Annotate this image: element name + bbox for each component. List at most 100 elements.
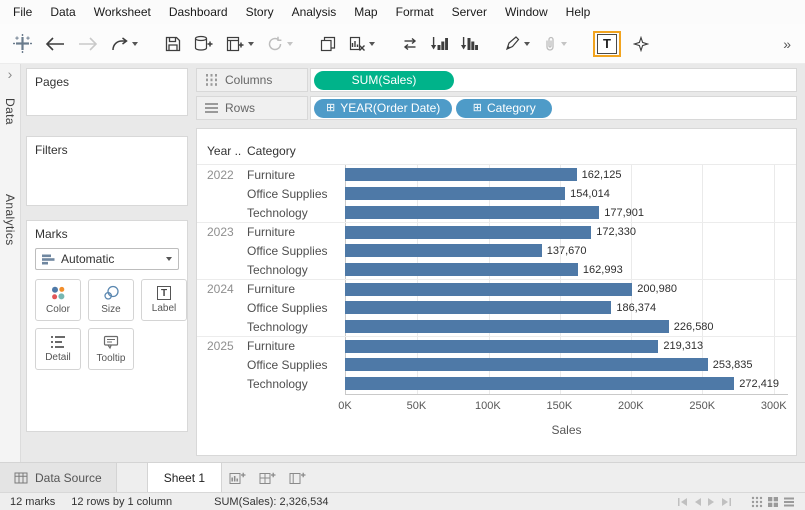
sheet-tab-bar: Data Source Sheet 1	[0, 462, 805, 492]
sort-descending-button[interactable]	[460, 31, 479, 57]
pages-shelf[interactable]: Pages	[26, 68, 188, 116]
show-mark-labels-button[interactable]: T	[593, 31, 621, 57]
menu-item-data[interactable]: Data	[41, 0, 84, 24]
size-button[interactable]: Size	[88, 279, 134, 321]
rows-icon	[205, 102, 218, 114]
year-row-label[interactable]: 2023	[197, 225, 247, 239]
highlight-button[interactable]	[504, 31, 531, 57]
forward-button[interactable]	[77, 31, 99, 57]
columns-shelf[interactable]: SUM(Sales)	[310, 68, 797, 92]
menu-item-help[interactable]: Help	[557, 0, 600, 24]
pill-sum-sales-[interactable]: SUM(Sales)	[314, 71, 454, 90]
bar-mark[interactable]	[345, 244, 542, 257]
duplicate-sheet-button[interactable]	[319, 31, 337, 57]
new-worksheet-button[interactable]	[225, 31, 255, 57]
detail-button[interactable]: Detail	[35, 328, 81, 370]
tooltip-icon	[103, 335, 119, 350]
category-row-label[interactable]: Office Supplies	[247, 244, 345, 258]
bar-mark[interactable]	[345, 168, 577, 181]
bar-mark[interactable]	[345, 226, 591, 239]
category-row-label[interactable]: Furniture	[247, 168, 345, 182]
bar-value-label: 154,014	[570, 188, 610, 200]
view-dots-toggle[interactable]	[751, 496, 763, 508]
x-tick-label: 0K	[338, 400, 351, 412]
menu-item-worksheet[interactable]: Worksheet	[85, 0, 160, 24]
sort-ascending-button[interactable]	[430, 31, 449, 57]
category-column-header[interactable]: Category	[247, 144, 345, 158]
menu-item-file[interactable]: File	[4, 0, 41, 24]
year-row-label[interactable]: 2025	[197, 339, 247, 353]
bar-mark[interactable]	[345, 340, 658, 353]
bar-value-label: 272,419	[739, 378, 779, 390]
side-tab-strip: › Data Analytics	[0, 64, 21, 462]
rows-shelf-row: Rows ⊞YEAR(Order Date)⊞Category	[196, 96, 797, 120]
view-list-toggle[interactable]	[783, 496, 795, 508]
bar-mark[interactable]	[345, 377, 734, 390]
new-worksheet-tab-button[interactable]	[222, 463, 252, 492]
step-back-button[interactable]	[693, 497, 702, 507]
group-members-button[interactable]	[542, 31, 568, 57]
bar-mark[interactable]	[345, 206, 599, 219]
x-axis[interactable]: 0K50K100K150K200K250K300K	[345, 395, 788, 415]
menu-item-dashboard[interactable]: Dashboard	[160, 0, 237, 24]
skip-to-start-button[interactable]	[677, 497, 688, 507]
new-dashboard-tab-button[interactable]	[252, 463, 282, 492]
pill-year-order-date-[interactable]: ⊞YEAR(Order Date)	[314, 99, 452, 118]
category-row-label[interactable]: Technology	[247, 320, 345, 334]
save-button[interactable]	[164, 31, 182, 57]
year-column-header[interactable]: Year ..	[197, 144, 247, 158]
category-row-label[interactable]: Office Supplies	[247, 187, 345, 201]
menu-item-server[interactable]: Server	[443, 0, 496, 24]
category-row-label[interactable]: Technology	[247, 206, 345, 220]
rows-shelf[interactable]: ⊞YEAR(Order Date)⊞Category	[310, 96, 797, 120]
bar-mark[interactable]	[345, 283, 632, 296]
bar-mark[interactable]	[345, 358, 708, 371]
filters-shelf[interactable]: Filters	[26, 136, 188, 206]
label-button[interactable]: T Label	[141, 279, 187, 321]
menu-item-format[interactable]: Format	[387, 0, 443, 24]
chart-body: 2022Furniture162,125Office Supplies154,0…	[197, 165, 796, 395]
category-row-label[interactable]: Office Supplies	[247, 358, 345, 372]
expand-icon[interactable]: ⊞	[326, 103, 335, 114]
chevron-down-icon	[132, 42, 138, 46]
expand-icon[interactable]: ⊞	[473, 103, 482, 114]
skip-to-end-button[interactable]	[721, 497, 732, 507]
bar-mark[interactable]	[345, 187, 565, 200]
new-datasource-button[interactable]	[193, 31, 214, 57]
category-row-label[interactable]: Furniture	[247, 339, 345, 353]
menu-item-map[interactable]: Map	[345, 0, 386, 24]
bar-mark[interactable]	[345, 263, 578, 276]
step-forward-button[interactable]	[707, 497, 716, 507]
bar-mark[interactable]	[345, 320, 669, 333]
clear-sheet-button[interactable]	[348, 31, 376, 57]
tab-analytics[interactable]: Analytics	[3, 194, 17, 246]
tab-data[interactable]: Data	[3, 98, 17, 125]
pill-category[interactable]: ⊞Category	[456, 99, 552, 118]
data-source-tab[interactable]: Data Source	[0, 463, 117, 492]
menu-item-window[interactable]: Window	[496, 0, 557, 24]
sheet-tab-sheet1[interactable]: Sheet 1	[147, 463, 222, 492]
category-row-label[interactable]: Technology	[247, 263, 345, 277]
category-row-label[interactable]: Furniture	[247, 282, 345, 296]
menu-item-story[interactable]: Story	[237, 0, 283, 24]
category-row-label[interactable]: Furniture	[247, 225, 345, 239]
fix-axes-button[interactable]	[632, 31, 650, 57]
menu-item-analysis[interactable]: Analysis	[283, 0, 346, 24]
year-row-label[interactable]: 2024	[197, 282, 247, 296]
refresh-button[interactable]	[266, 31, 294, 57]
collapse-pane-icon[interactable]: ›	[0, 64, 20, 82]
new-story-tab-button[interactable]	[282, 463, 312, 492]
view-grid-toggle[interactable]	[767, 496, 779, 508]
tooltip-button[interactable]: Tooltip	[88, 328, 134, 370]
year-row-label[interactable]: 2022	[197, 168, 247, 182]
back-button[interactable]	[44, 31, 66, 57]
color-button[interactable]: Color	[35, 279, 81, 321]
mark-type-dropdown[interactable]: Automatic	[35, 248, 179, 270]
replay-button[interactable]	[110, 31, 139, 57]
bar-mark[interactable]	[345, 301, 611, 314]
columns-shelf-row: Columns SUM(Sales)	[196, 68, 797, 92]
toolbar-overflow-button[interactable]: »	[783, 36, 793, 52]
category-row-label[interactable]: Technology	[247, 377, 345, 391]
swap-rows-columns-button[interactable]	[401, 31, 419, 57]
category-row-label[interactable]: Office Supplies	[247, 301, 345, 315]
